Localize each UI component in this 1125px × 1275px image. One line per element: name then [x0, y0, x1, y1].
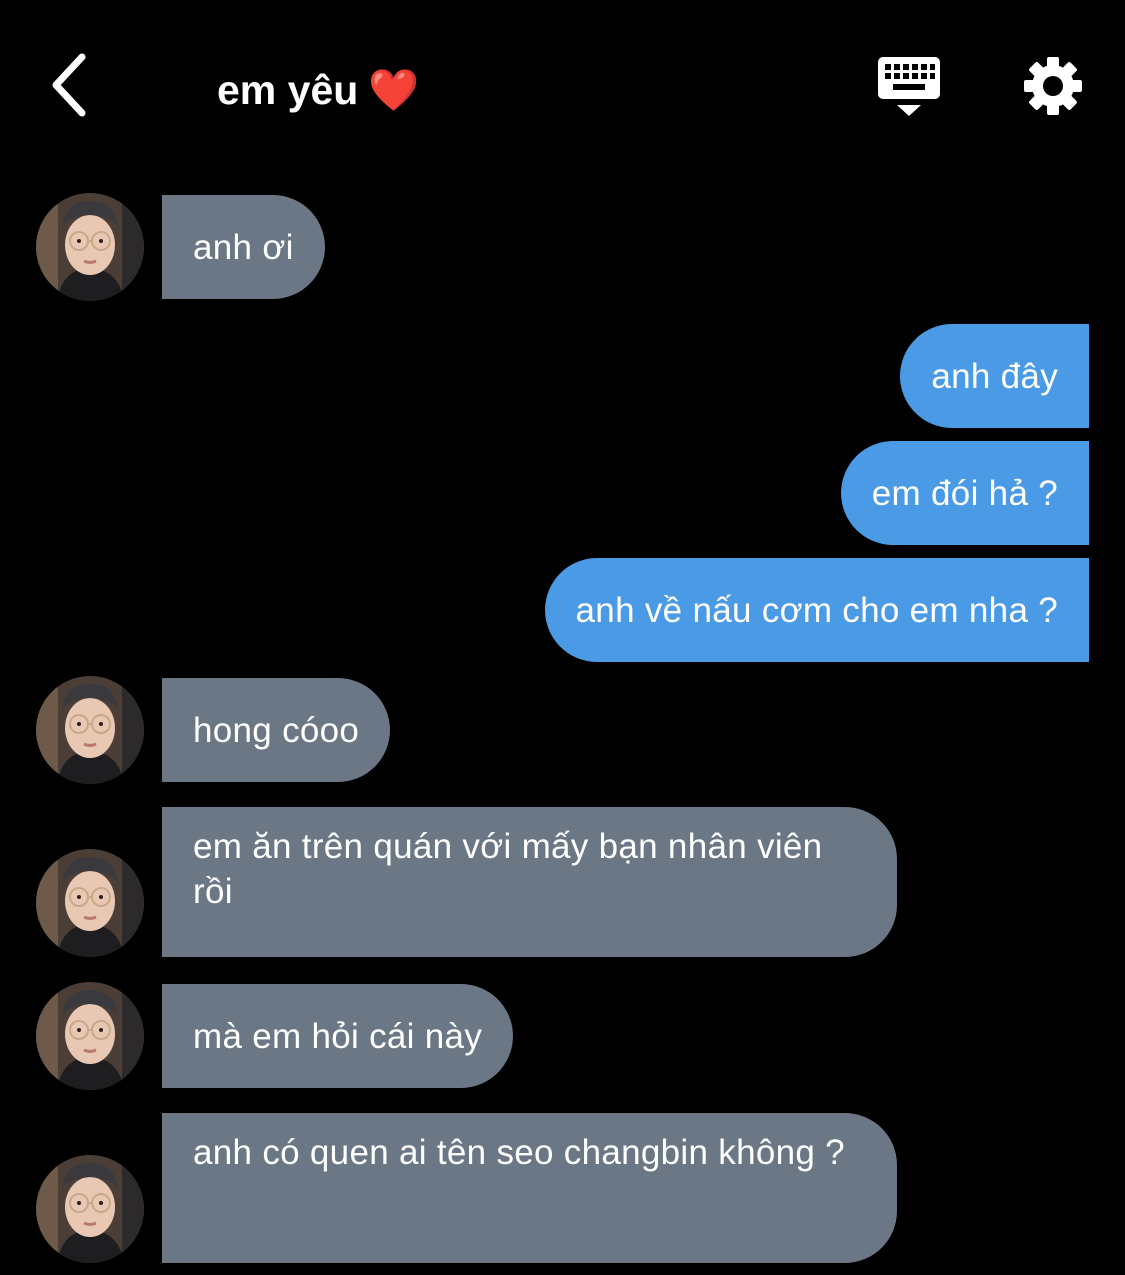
message-bubble-outgoing[interactable]: anh đây: [900, 324, 1089, 428]
avatar-photo: [36, 1155, 144, 1263]
contact-avatar[interactable]: [36, 676, 144, 784]
chevron-left-icon: [52, 53, 86, 117]
contact-avatar[interactable]: [36, 982, 144, 1090]
settings-button[interactable]: [1022, 55, 1084, 117]
message-bubble-outgoing[interactable]: em đói hả ?: [840, 441, 1089, 545]
avatar-photo: [36, 982, 144, 1090]
conversation-title: em yêu ❤️: [217, 64, 419, 116]
message-bubble-incoming[interactable]: hong cóoo: [162, 678, 391, 782]
gear-icon: [1024, 57, 1082, 115]
message-bubble-incoming[interactable]: em ăn trên quán với mấy bạn nhân viên rồ…: [162, 807, 897, 957]
contact-avatar[interactable]: [36, 193, 144, 301]
contact-avatar[interactable]: [36, 1155, 144, 1263]
avatar-photo: [36, 193, 144, 301]
keyboard-toggle-button[interactable]: [875, 55, 943, 119]
message-bubble-incoming[interactable]: anh có quen ai tên seo changbin không ?: [162, 1113, 897, 1263]
contact-avatar[interactable]: [36, 849, 144, 957]
avatar-photo: [36, 849, 144, 957]
contact-name: em yêu: [217, 67, 359, 113]
heart-icon: ❤️: [368, 67, 420, 113]
message-bubble-outgoing[interactable]: anh về nấu cơm cho em nha ?: [544, 558, 1089, 662]
message-bubble-incoming[interactable]: anh ơi: [162, 195, 325, 299]
keyboard-hide-icon: [878, 57, 940, 116]
avatar-photo: [36, 676, 144, 784]
back-button[interactable]: [40, 52, 96, 118]
message-bubble-incoming[interactable]: mà em hỏi cái này: [162, 984, 514, 1088]
